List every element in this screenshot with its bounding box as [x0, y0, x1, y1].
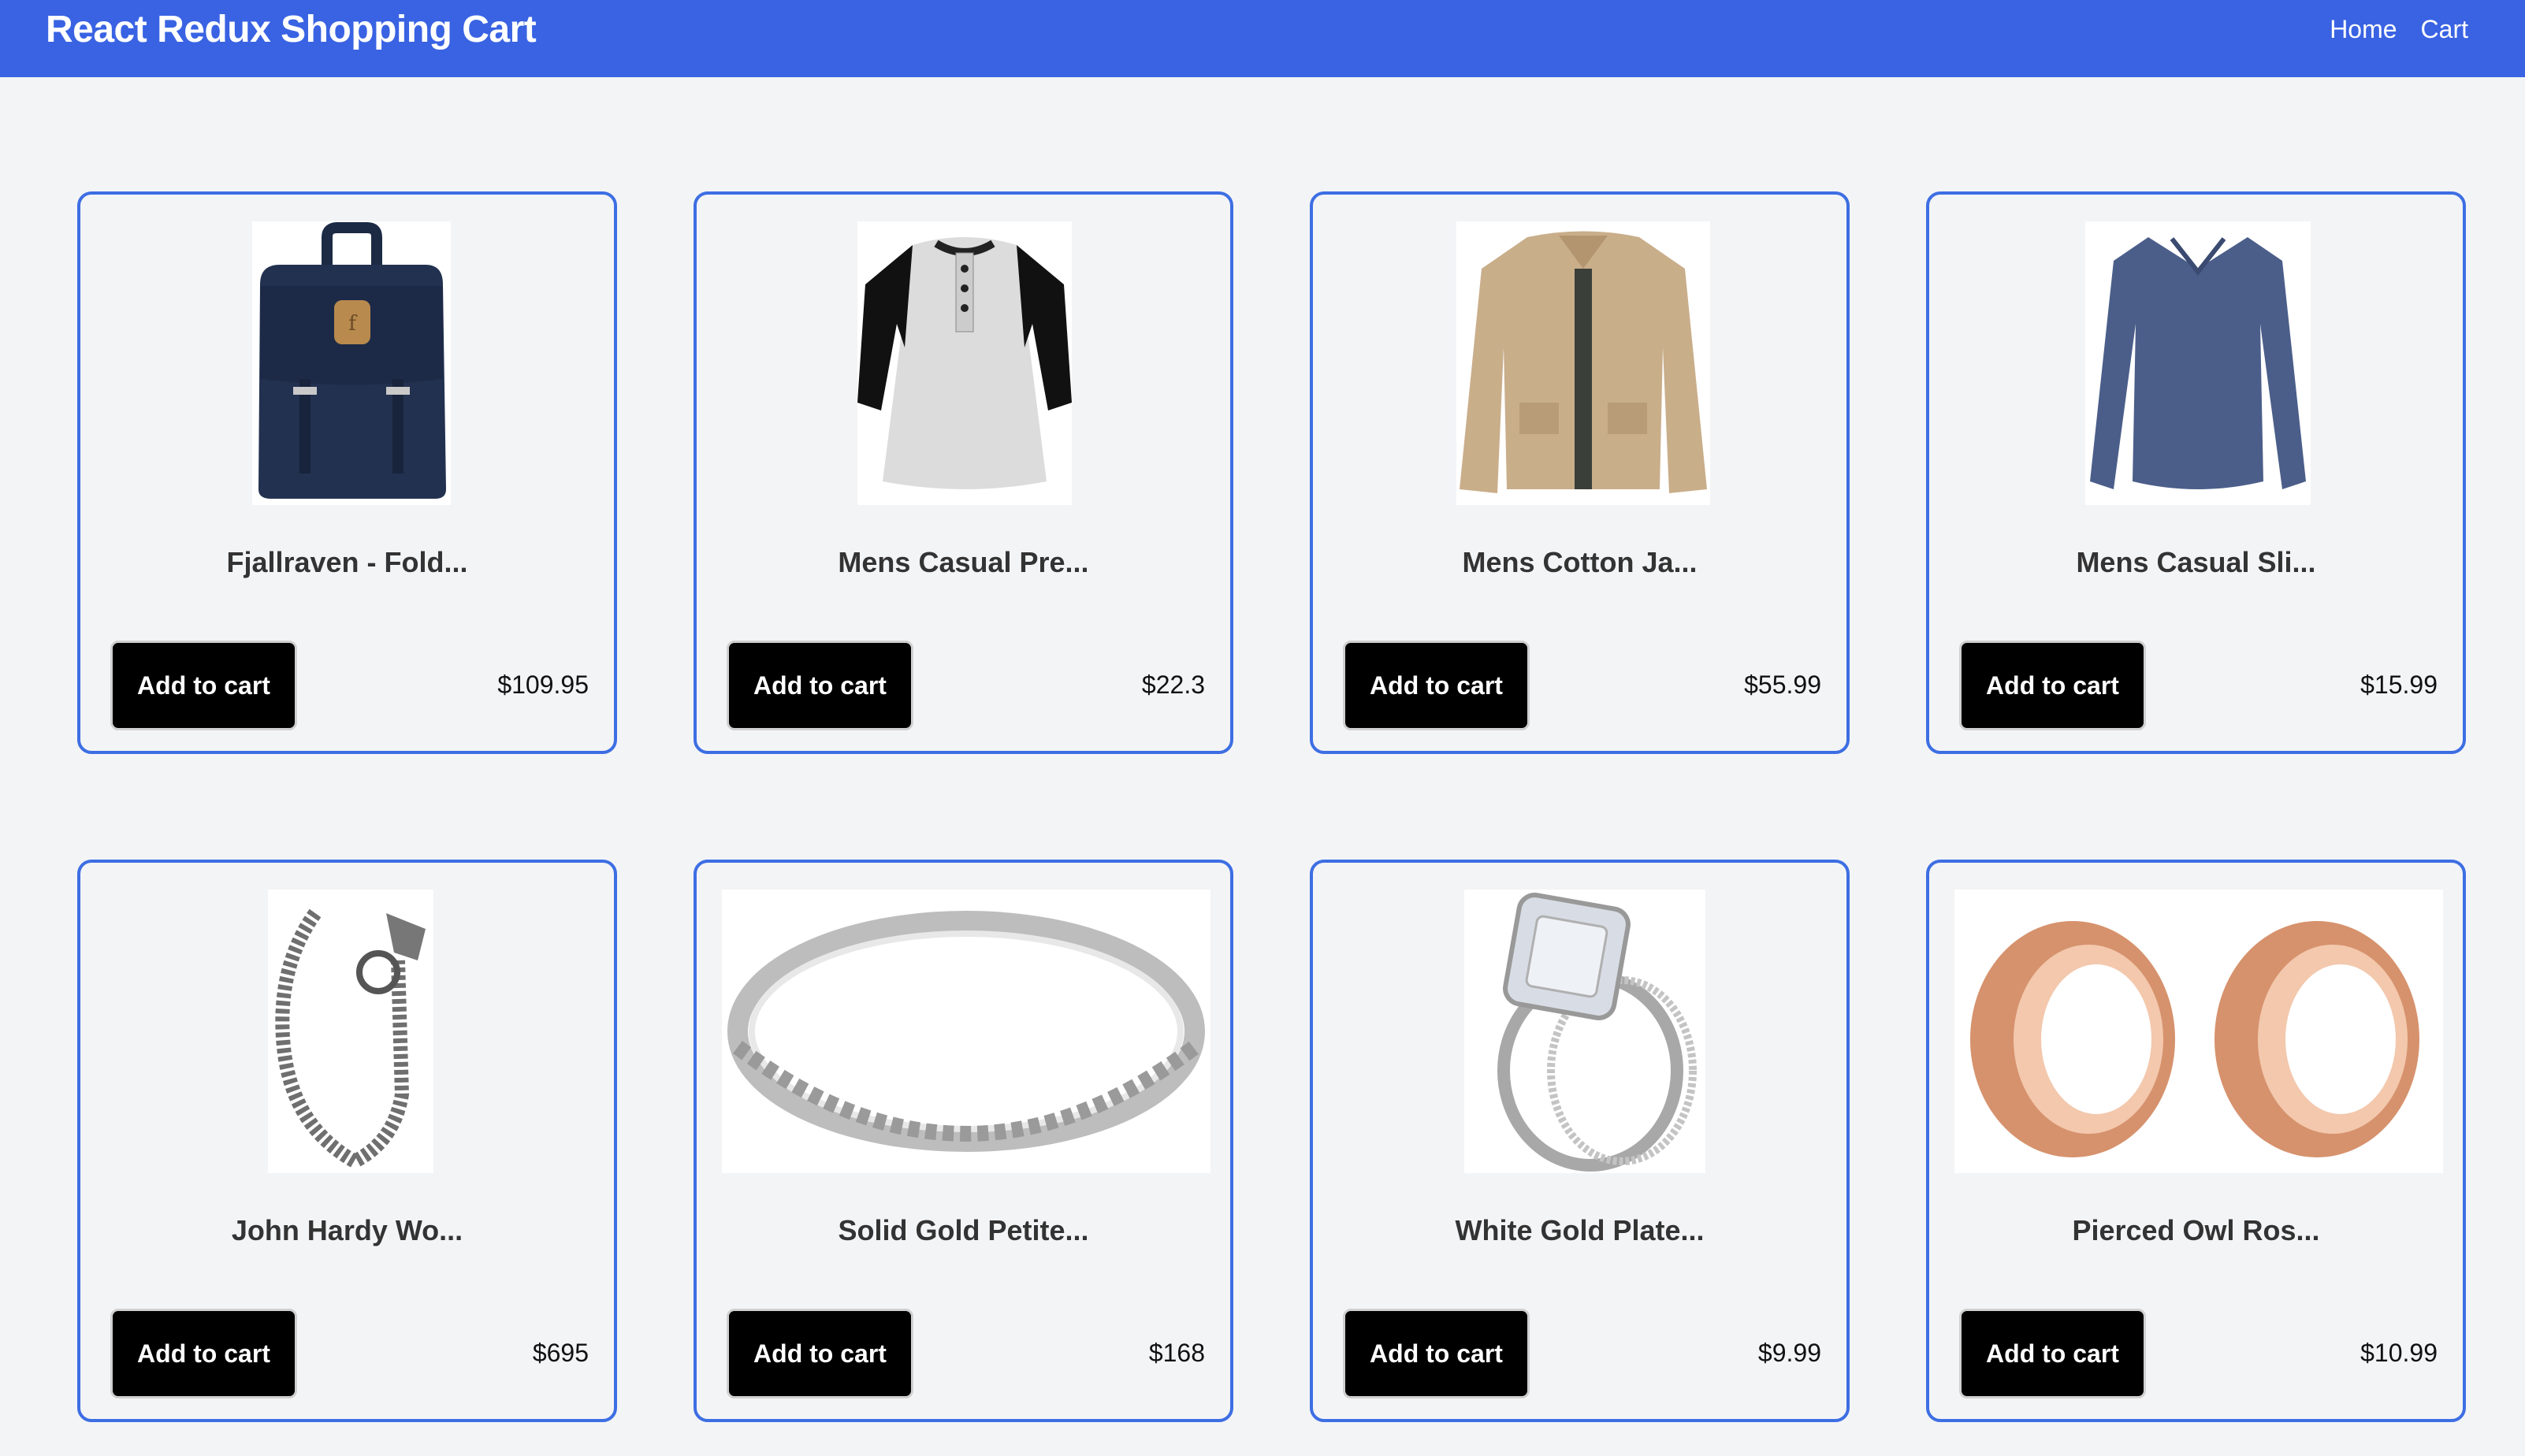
product-card: Mens Casual Sli... Add to cart $15.99 [1926, 191, 2466, 754]
nav-link-cart[interactable]: Cart [2421, 11, 2468, 47]
product-title[interactable]: John Hardy Wo... [80, 1213, 614, 1248]
brand-title[interactable]: React Redux Shopping Cart [46, 6, 537, 54]
nav-links: Home Cart [2330, 11, 2468, 47]
product-title[interactable]: Fjallraven - Fold... [80, 545, 614, 580]
product-title[interactable]: Mens Cotton Ja... [1313, 545, 1846, 580]
add-to-cart-button[interactable]: Add to cart [1343, 1309, 1530, 1398]
product-title[interactable]: Mens Casual Sli... [1929, 545, 2463, 580]
diamond-ring-image[interactable] [1464, 890, 1705, 1173]
product-card: Solid Gold Petite... Add to cart $168 [694, 860, 1233, 1422]
product-price: $168 [1148, 1339, 1205, 1367]
product-title[interactable]: Mens Casual Pre... [697, 545, 1230, 580]
add-to-cart-button[interactable]: Add to cart [1343, 641, 1530, 730]
add-to-cart-button[interactable]: Add to cart [110, 641, 297, 730]
product-price: $9.99 [1757, 1339, 1821, 1367]
product-title[interactable]: Solid Gold Petite... [697, 1213, 1230, 1248]
rose-gold-plugs-image[interactable] [1954, 890, 2443, 1173]
add-to-cart-button[interactable]: Add to cart [110, 1309, 297, 1398]
add-to-cart-button[interactable]: Add to cart [727, 1309, 913, 1398]
product-title[interactable]: Pierced Owl Ros... [1929, 1213, 2463, 1248]
product-title[interactable]: White Gold Plate... [1313, 1213, 1846, 1248]
product-card: White Gold Plate... Add to cart $9.99 [1310, 860, 1850, 1422]
add-to-cart-button[interactable]: Add to cart [727, 641, 913, 730]
product-card: Pierced Owl Ros... Add to cart $10.99 [1926, 860, 2466, 1422]
product-price: $109.95 [497, 670, 589, 699]
cotton-jacket-image[interactable] [1456, 221, 1710, 505]
product-card: f Fjallraven - Fold... Add to cart $109.… [77, 191, 617, 754]
silver-bangle-image[interactable] [722, 890, 1210, 1173]
chain-bracelet-image[interactable] [268, 890, 433, 1173]
backpack-image[interactable]: f [252, 221, 451, 505]
add-to-cart-button[interactable]: Add to cart [1959, 641, 2146, 730]
product-price: $695 [532, 1339, 589, 1367]
product-card: John Hardy Wo... Add to cart $695 [77, 860, 617, 1422]
nav-link-home[interactable]: Home [2330, 11, 2397, 47]
product-card: Mens Casual Pre... Add to cart $22.3 [694, 191, 1233, 754]
long-sleeve-shirt-image[interactable] [2085, 221, 2311, 505]
product-price: $55.99 [1744, 670, 1821, 699]
product-card: Mens Cotton Ja... Add to cart $55.99 [1310, 191, 1850, 754]
navbar: React Redux Shopping Cart Home Cart [0, 0, 2525, 77]
add-to-cart-button[interactable]: Add to cart [1959, 1309, 2146, 1398]
product-price: $10.99 [2360, 1339, 2438, 1367]
raglan-tshirt-image[interactable] [857, 221, 1072, 505]
product-price: $22.3 [1141, 670, 1205, 699]
product-price: $15.99 [2360, 670, 2438, 699]
